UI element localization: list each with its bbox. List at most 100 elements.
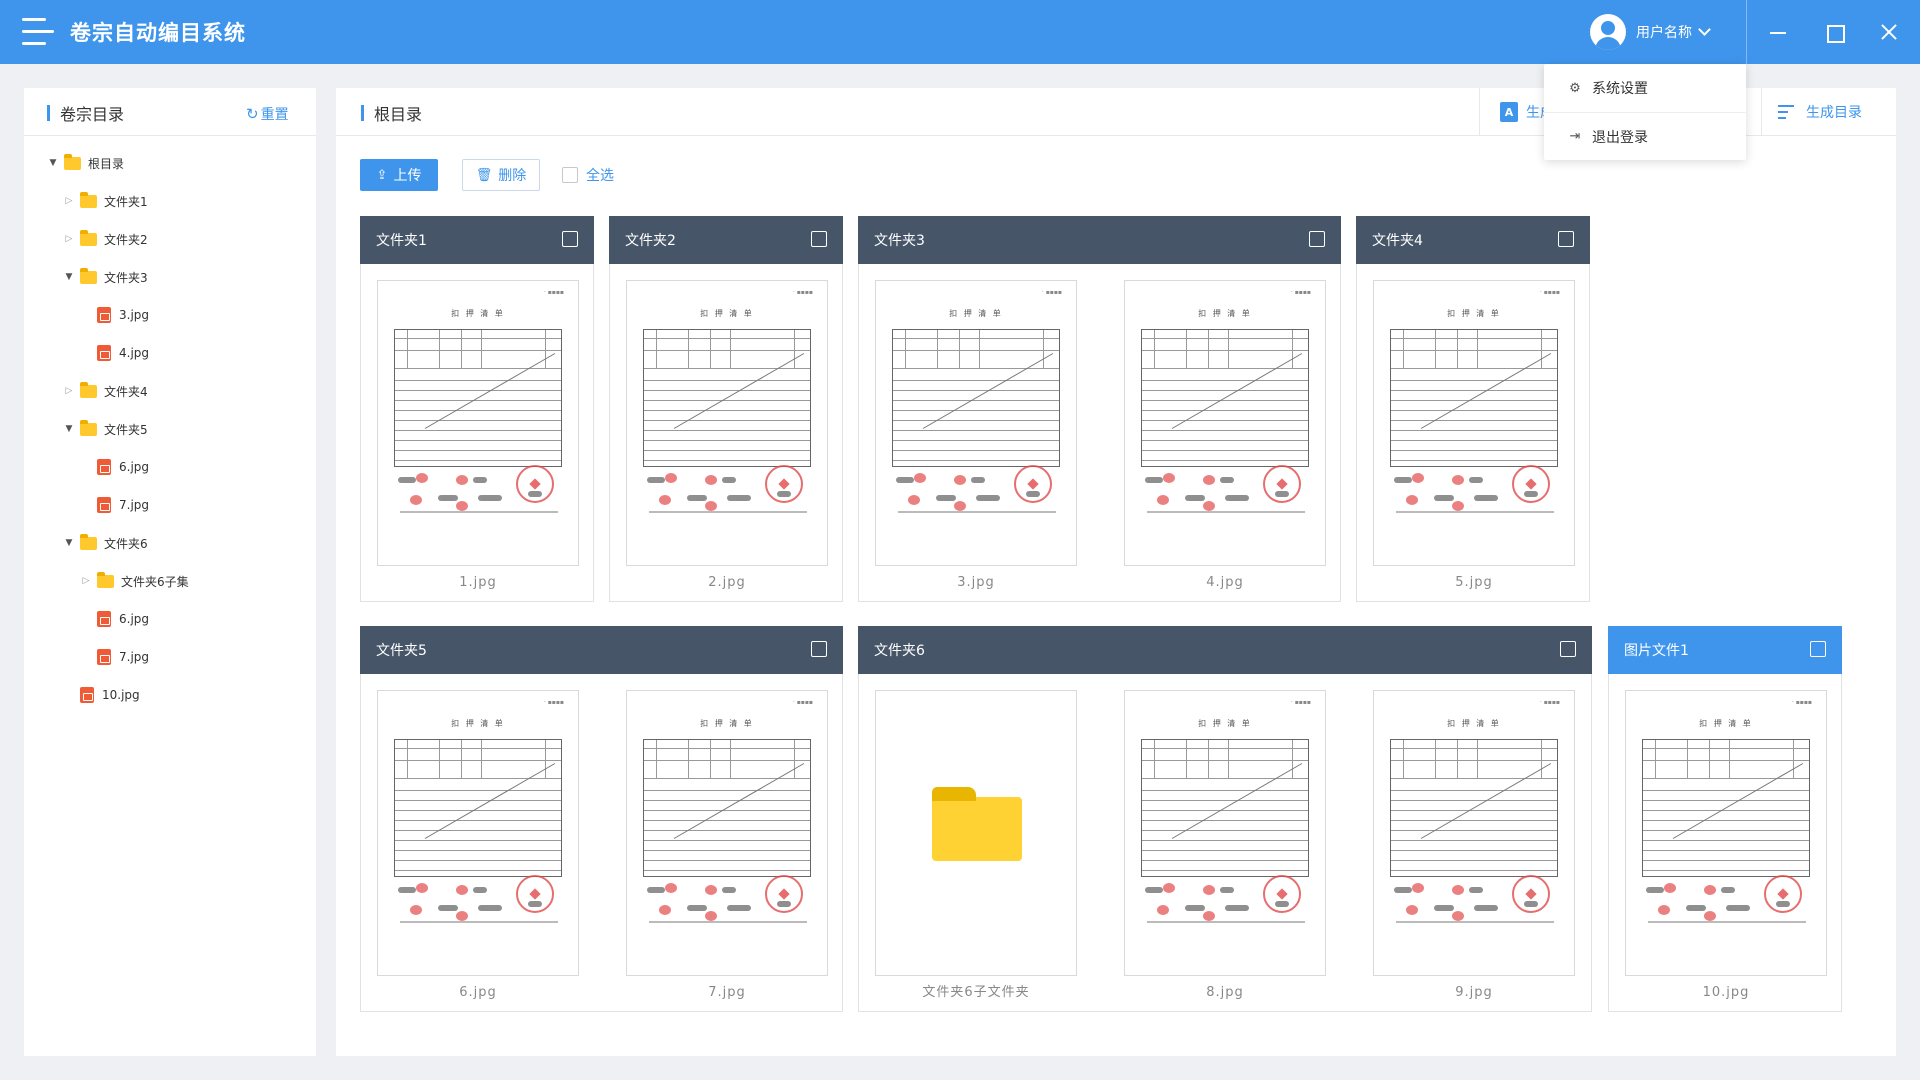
maximize-button[interactable] bbox=[1818, 16, 1850, 48]
tree-image-item[interactable]: 10.jpg bbox=[62, 676, 140, 714]
delete-button[interactable]: 🗑 删除 bbox=[462, 159, 540, 191]
caret-right-icon[interactable]: ▷ bbox=[62, 384, 76, 398]
image-thumbnail[interactable]: · ▪▪▪▪ 扣 押 清 单 2.jpg bbox=[626, 280, 828, 602]
doc-table-rule bbox=[893, 430, 1059, 431]
caret-down-icon[interactable]: ▼ bbox=[62, 422, 76, 436]
tree-image-item[interactable]: 3.jpg bbox=[79, 296, 149, 334]
group-checkbox[interactable] bbox=[1558, 231, 1574, 247]
thumbnail-label: 1.jpg bbox=[459, 575, 497, 590]
doc-table-rule bbox=[1391, 820, 1557, 821]
reset-button[interactable]: ↻ 重置 bbox=[246, 104, 289, 124]
tree-image-item[interactable]: 6.jpg bbox=[79, 448, 149, 486]
group-checkbox[interactable] bbox=[1810, 641, 1826, 657]
doc-table-rule bbox=[893, 410, 1059, 411]
seal-stamp bbox=[1263, 465, 1301, 503]
tree-folder-item[interactable]: ▷ 文件夹1 bbox=[62, 182, 148, 220]
image-thumbnail[interactable]: · ▪▪▪▪ 扣 押 清 单 10.jpg bbox=[1625, 690, 1827, 1012]
group-checkbox[interactable] bbox=[1309, 231, 1325, 247]
doc-table-rule bbox=[1142, 368, 1308, 369]
close-button[interactable] bbox=[1873, 16, 1905, 48]
user-menu-trigger[interactable]: 用户名称 bbox=[1590, 12, 1711, 52]
group-header[interactable]: 文件夹2 bbox=[609, 216, 843, 264]
tree-folder-item[interactable]: ▷ 文件夹6子集 bbox=[79, 562, 189, 600]
doc-table-rule bbox=[1391, 870, 1557, 871]
group-header[interactable]: 文件夹4 bbox=[1356, 216, 1590, 264]
caret-right-icon[interactable]: ▷ bbox=[62, 194, 76, 208]
menu-item-logout[interactable]: ⇥ 退出登录 bbox=[1544, 112, 1746, 160]
caret-down-icon[interactable]: ▼ bbox=[62, 270, 76, 284]
fingerprint-mark bbox=[416, 473, 428, 483]
signature bbox=[1220, 887, 1234, 893]
image-thumbnail[interactable]: · ▪▪▪▪ 扣 押 清 单 5.jpg bbox=[1373, 280, 1575, 602]
tree-folder-item[interactable]: ▷ 文件夹2 bbox=[62, 220, 148, 258]
group-checkbox[interactable] bbox=[562, 231, 578, 247]
group-header[interactable]: 文件夹5 bbox=[360, 626, 843, 674]
group-checkbox[interactable] bbox=[811, 641, 827, 657]
thumbnail-label: 2.jpg bbox=[708, 575, 746, 590]
upload-button[interactable]: ⇪ 上传 bbox=[360, 159, 438, 191]
group-body: · ▪▪▪▪ 扣 押 清 单 3.jpg · ▪▪▪▪ 扣 押 清 单 4.jpg bbox=[858, 264, 1341, 602]
group-header[interactable]: 文件夹3 bbox=[858, 216, 1341, 264]
select-all-checkbox[interactable]: 全选 bbox=[562, 165, 614, 185]
caret-down-icon[interactable]: ▼ bbox=[62, 536, 76, 550]
tree-item-label: 文件夹2 bbox=[104, 232, 148, 247]
doc-title: 扣 押 清 单 bbox=[1447, 719, 1501, 728]
tree-image-item[interactable]: 4.jpg bbox=[79, 334, 149, 372]
folder-group-card[interactable]: 文件夹1 · ▪▪▪▪ 扣 押 清 单 1.jpg bbox=[360, 216, 594, 602]
title-accent bbox=[47, 105, 50, 121]
tree-image-item[interactable]: 6.jpg bbox=[79, 600, 149, 638]
folder-group-card[interactable]: 图片文件1 · ▪▪▪▪ 扣 押 清 单 10.jpg bbox=[1608, 626, 1842, 1012]
tree-folder-item[interactable]: ▼ 文件夹5 bbox=[62, 410, 148, 448]
tree-item-label: 根目录 bbox=[88, 156, 125, 171]
tree-image-item[interactable]: 7.jpg bbox=[79, 638, 149, 676]
doc-serial-mark: · ▪▪▪▪ bbox=[543, 289, 564, 296]
generate-catalog-button[interactable]: 生成目录 bbox=[1761, 88, 1896, 136]
doc-strike-line bbox=[1171, 353, 1303, 429]
doc-table bbox=[394, 739, 562, 877]
tree-folder-item[interactable]: ▼ 文件夹6 bbox=[62, 524, 148, 562]
doc-table-rule bbox=[1643, 850, 1809, 851]
minimize-button[interactable] bbox=[1762, 16, 1794, 48]
image-thumbnail[interactable]: · ▪▪▪▪ 扣 押 清 单 8.jpg bbox=[1124, 690, 1326, 1012]
menu-item-settings[interactable]: ⚙ 系统设置 bbox=[1544, 64, 1746, 112]
image-thumbnail[interactable]: · ▪▪▪▪ 扣 押 清 单 3.jpg bbox=[875, 280, 1077, 602]
image-thumbnail[interactable]: · ▪▪▪▪ 扣 押 清 单 6.jpg bbox=[377, 690, 579, 1012]
folder-group-card[interactable]: 文件夹3 · ▪▪▪▪ 扣 押 清 单 3.jpg · ▪▪▪▪ 扣 押 清 单 4.jpg bbox=[858, 216, 1341, 602]
folder-group-card[interactable]: 文件夹5 · ▪▪▪▪ 扣 押 清 单 6.jpg · ▪▪▪▪ 扣 押 清 单 7.jpg bbox=[360, 626, 843, 1012]
doc-table-column bbox=[1541, 330, 1542, 368]
doc-table-rule bbox=[1142, 420, 1308, 421]
caret-down-icon[interactable]: ▼ bbox=[46, 156, 60, 170]
doc-table-rule bbox=[644, 440, 810, 441]
caret-right-icon[interactable]: ▷ bbox=[79, 574, 93, 588]
image-thumbnail[interactable]: · ▪▪▪▪ 扣 押 清 单 4.jpg bbox=[1124, 280, 1326, 602]
checkbox[interactable] bbox=[562, 167, 578, 183]
group-header[interactable]: 文件夹6 bbox=[858, 626, 1592, 674]
folder-group-card[interactable]: 文件夹2 · ▪▪▪▪ 扣 押 清 单 2.jpg bbox=[609, 216, 843, 602]
group-header[interactable]: 图片文件1 bbox=[1608, 626, 1842, 674]
image-file-icon bbox=[97, 611, 111, 627]
caret-right-icon[interactable]: ▷ bbox=[62, 232, 76, 246]
folder-group-card[interactable]: 文件夹4 · ▪▪▪▪ 扣 押 清 单 5.jpg bbox=[1356, 216, 1590, 602]
image-thumbnail[interactable]: · ▪▪▪▪ 扣 押 清 单 7.jpg bbox=[626, 690, 828, 1012]
image-thumbnail[interactable]: · ▪▪▪▪ 扣 押 清 单 9.jpg bbox=[1373, 690, 1575, 1012]
signature bbox=[687, 495, 707, 501]
signature bbox=[1185, 905, 1205, 911]
doc-table-rule bbox=[893, 390, 1059, 391]
menu-icon[interactable] bbox=[22, 18, 54, 46]
group-checkbox[interactable] bbox=[811, 231, 827, 247]
group-checkbox[interactable] bbox=[1560, 641, 1576, 657]
doc-table-column bbox=[439, 330, 440, 368]
tree-image-item[interactable]: 7.jpg bbox=[79, 486, 149, 524]
subfolder-thumbnail[interactable]: 文件夹6子文件夹 bbox=[875, 690, 1077, 1012]
image-thumbnail[interactable]: · ▪▪▪▪ 扣 押 清 单 1.jpg bbox=[377, 280, 579, 602]
folder-icon bbox=[932, 787, 1022, 861]
tree-item-label: 文件夹1 bbox=[104, 194, 148, 209]
doc-table-column bbox=[1292, 740, 1293, 778]
tree-folder-item[interactable]: ▼ 文件夹3 bbox=[62, 258, 148, 296]
signature bbox=[473, 477, 487, 483]
group-header[interactable]: 文件夹1 bbox=[360, 216, 594, 264]
tree-folder-item[interactable]: ▼ 根目录 bbox=[46, 144, 124, 182]
doc-strike-line bbox=[1420, 353, 1552, 429]
folder-group-card[interactable]: 文件夹6 文件夹6子文件夹 · ▪▪▪▪ 扣 押 清 单 8.jpg · ▪▪▪▪ 扣 押 … bbox=[858, 626, 1592, 1012]
tree-folder-item[interactable]: ▷ 文件夹4 bbox=[62, 372, 148, 410]
